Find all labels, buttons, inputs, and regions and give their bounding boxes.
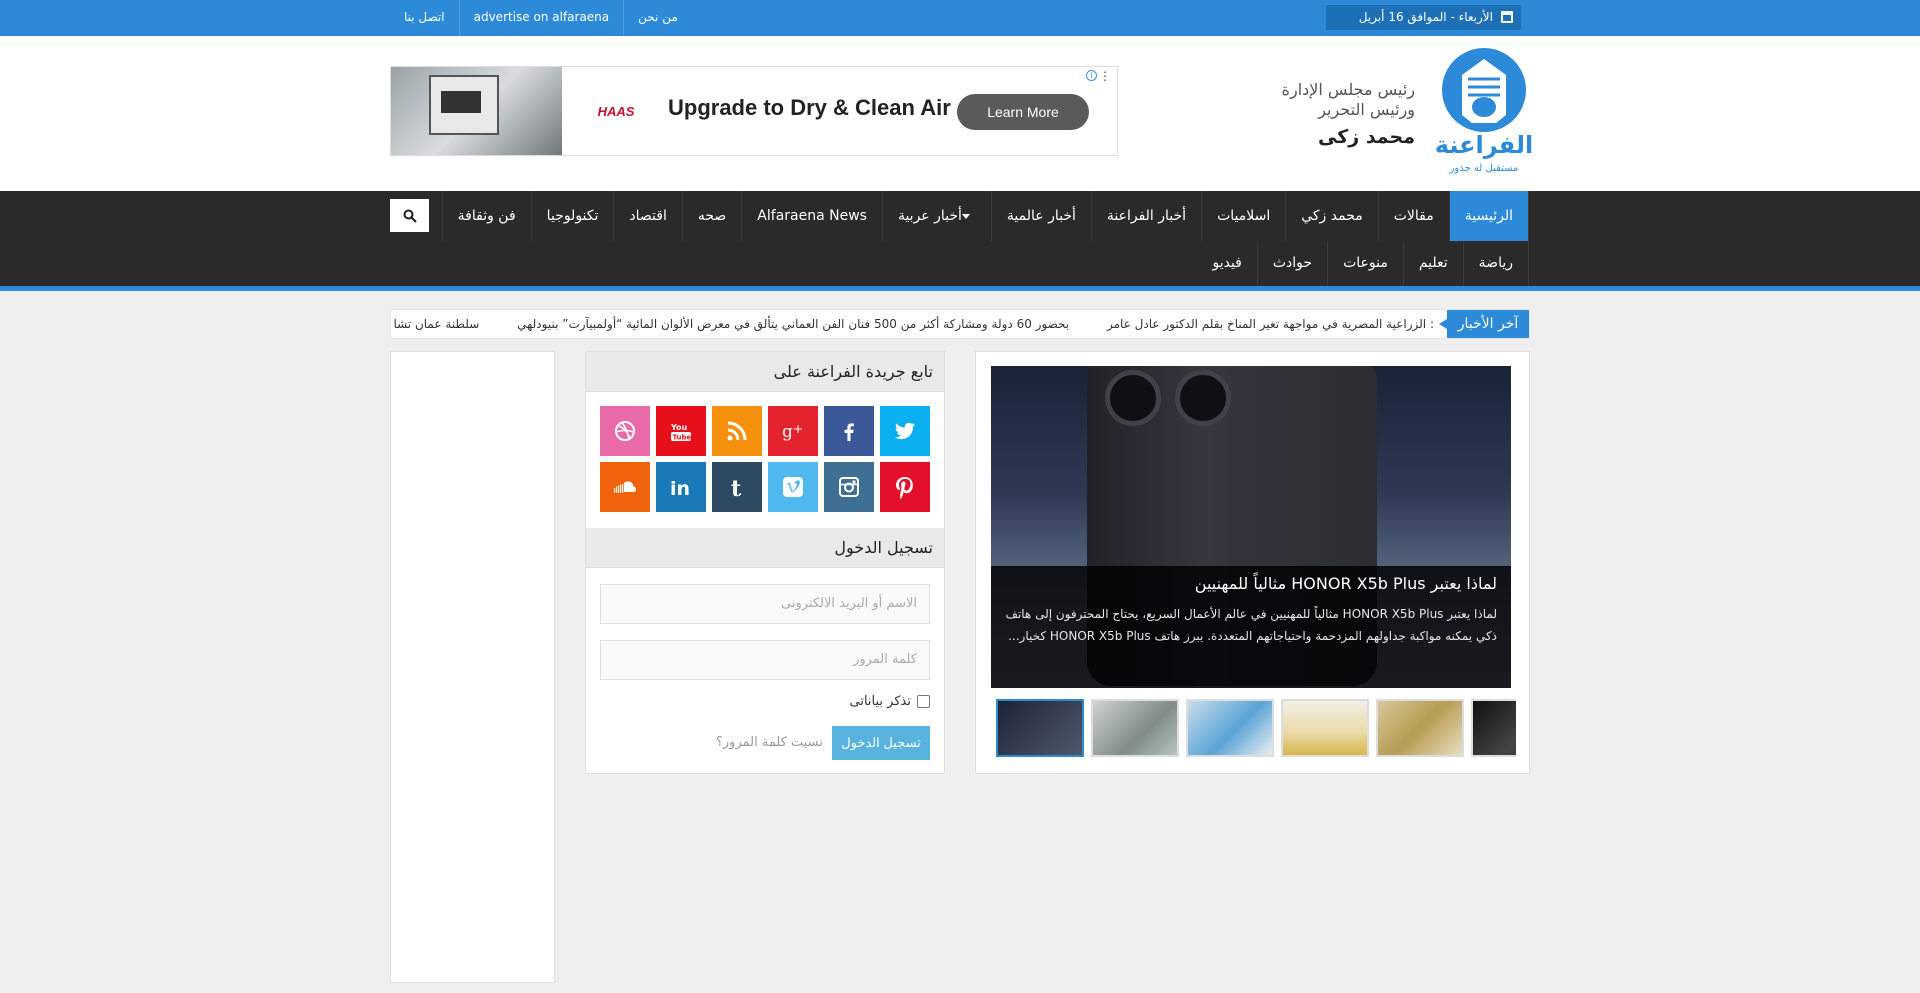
follow-login-widget: تابع جريدة الفراعنة على g + You Tube t i… (585, 351, 945, 774)
svg-text:g: g (782, 422, 793, 442)
nav-accidents[interactable]: حوادث (1258, 241, 1329, 286)
top-bar: الأربعاء - الموافق 16 أبريل 2025م اتصل ب… (0, 0, 1920, 49)
logo-text: الفراعنة (1435, 131, 1533, 159)
svg-text:t: t (731, 476, 742, 499)
site-header: الفراعنة مستقبل له جذور رئيس مجلس الإدار… (0, 36, 1920, 191)
vimeo-icon[interactable] (768, 462, 818, 512)
nav-alfaraena-news-en[interactable]: Alfaraena News (742, 191, 883, 241)
slider-thumb[interactable] (1091, 699, 1179, 757)
login-section: تسجيل الدخول (586, 528, 944, 568)
editor-title-line2: ورئيس التحرير (1318, 100, 1415, 119)
featured-slider: لماذا يعتبر HONOR X5b Plus مثالياً للمهن… (975, 351, 1530, 774)
ticker-item[interactable]: بحضور 60 دولة ومشاركة أكثر من 500 فنان ا… (517, 317, 1069, 331)
slider-thumb[interactable] (1281, 699, 1369, 757)
svg-text:+: + (793, 422, 803, 436)
nav-faraena-news[interactable]: أخبار الفراعنة (1092, 191, 1203, 241)
ad-cta-button[interactable]: Learn More (957, 94, 1089, 130)
login-title: تسجيل الدخول (586, 528, 944, 568)
ad-menu-icon[interactable]: ⋮ (1099, 69, 1111, 83)
youtube-icon[interactable]: You Tube (656, 406, 706, 456)
remember-checkbox[interactable] (917, 695, 930, 708)
svg-text:You: You (670, 423, 688, 432)
date-badge: الأربعاء - الموافق 16 أبريل 2025م (1326, 5, 1521, 49)
nav-home[interactable]: الرئيسية (1449, 191, 1529, 241)
logo-tagline: مستقبل له جذور (1449, 163, 1519, 174)
advertise-link[interactable]: advertise on alfaraena (458, 0, 624, 36)
slider-thumb[interactable] (1376, 699, 1464, 757)
main-nav-row2: رياضة تعليم منوعات حوادث فيديو (1197, 241, 1529, 286)
nav-video[interactable]: فيديو (1197, 241, 1258, 286)
ad-image (391, 67, 562, 155)
soundcloud-icon[interactable] (600, 462, 650, 512)
remember-label: تذكر بياناتى (849, 694, 911, 709)
google-plus-icon[interactable]: g + (768, 406, 818, 456)
news-ticker: آخر الأخبار : الزراعية المصرية في مواجهة… (390, 309, 1530, 339)
slider-thumb[interactable] (1186, 699, 1274, 757)
ticker-items: : الزراعية المصرية في مواجهة تغير المناخ… (391, 310, 1434, 338)
calendar-icon (1501, 11, 1513, 23)
twitter-icon[interactable] (880, 406, 930, 456)
search-icon (403, 209, 417, 223)
nav-mohamed-zaki[interactable]: محمد زكي (1286, 191, 1379, 241)
search-button[interactable] (390, 199, 429, 232)
slide-main[interactable]: لماذا يعتبر HONOR X5b Plus مثالياً للمهن… (991, 366, 1511, 688)
password-field[interactable]: كلمة المرور (600, 640, 930, 680)
username-field[interactable]: الاسم أو البريد الالكترونى (600, 584, 930, 624)
rss-icon[interactable] (712, 406, 762, 456)
ticker-label: آخر الأخبار (1439, 310, 1529, 338)
main-nav: الرئيسية مقالات محمد زكي اسلاميات أخبار … (0, 191, 1920, 291)
top-nav: اتصل بنا advertise on alfaraena من نحن (390, 0, 692, 36)
login-button[interactable]: تسجيل الدخول (832, 726, 930, 760)
editor-name: محمد زكى (1318, 126, 1415, 148)
contact-link[interactable]: اتصل بنا (390, 0, 459, 36)
slider-thumb[interactable] (996, 699, 1084, 757)
remember-me[interactable]: تذكر بياناتى (850, 694, 930, 709)
nav-education[interactable]: تعليم (1404, 241, 1464, 286)
nav-misc[interactable]: منوعات (1328, 241, 1404, 286)
instagram-icon[interactable] (824, 462, 874, 512)
ticker-item[interactable]: : الزراعية المصرية في مواجهة تغير المناخ… (1107, 317, 1434, 331)
pinterest-icon[interactable] (880, 462, 930, 512)
linkedin-icon[interactable]: in (656, 462, 706, 512)
nav-health[interactable]: صحه (683, 191, 743, 241)
follow-title: تابع جريدة الفراعنة على (586, 352, 944, 392)
nav-art-culture[interactable]: فن وثقافة (443, 191, 532, 241)
main-nav-row1: الرئيسية مقالات محمد زكي اسلاميات أخبار … (375, 191, 1529, 241)
ticker-item[interactable]: سلطنة عمان تشا (393, 317, 479, 331)
slider-thumb[interactable] (1471, 699, 1516, 757)
nav-arab-news[interactable]: أخبار عربية (883, 191, 992, 241)
editor-info: رئيس مجلس الإدارة ورئيس التحرير محمد زكى (1270, 80, 1415, 148)
slide-excerpt: لماذا يعتبر HONOR X5b Plus مثالياً للمهن… (1005, 607, 1497, 643)
facebook-icon[interactable] (824, 406, 874, 456)
ad-info-icon[interactable]: i (1086, 70, 1097, 81)
tumblr-icon[interactable]: t (712, 462, 762, 512)
slide-caption: لماذا يعتبر HONOR X5b Plus مثالياً للمهن… (991, 566, 1511, 688)
forgot-password-link[interactable]: نسيت كلمة المرور؟ (716, 735, 823, 750)
ad-banner[interactable]: HAAS Upgrade to Dry & Clean Air Learn Mo… (390, 66, 1118, 156)
nav-sports[interactable]: رياضة (1464, 241, 1529, 286)
about-link[interactable]: من نحن (623, 0, 692, 36)
slider-thumbnails (996, 699, 1516, 759)
nav-world-news[interactable]: أخبار عالمية (992, 191, 1092, 241)
svg-text:in: in (670, 478, 690, 499)
site-logo[interactable]: الفراعنة مستقبل له جذور (1434, 45, 1534, 175)
editor-title-line1: رئيس مجلس الإدارة (1281, 80, 1415, 99)
nav-technology[interactable]: تكنولوجيا (532, 191, 615, 241)
ad-brand-logo: HAAS (594, 94, 638, 130)
nav-articles[interactable]: مقالات (1379, 191, 1450, 241)
slide-title[interactable]: لماذا يعتبر HONOR X5b Plus مثالياً للمهن… (1005, 574, 1497, 593)
nav-islamic[interactable]: اسلاميات (1202, 191, 1287, 241)
nav-economy[interactable]: اقتصاد (614, 191, 683, 241)
sidebar-widget (390, 351, 555, 983)
chevron-down-icon (961, 213, 970, 219)
dribbble-icon[interactable] (600, 406, 650, 456)
ad-headline: Upgrade to Dry & Clean Air (668, 95, 951, 120)
svg-text:Tube: Tube (673, 434, 692, 442)
